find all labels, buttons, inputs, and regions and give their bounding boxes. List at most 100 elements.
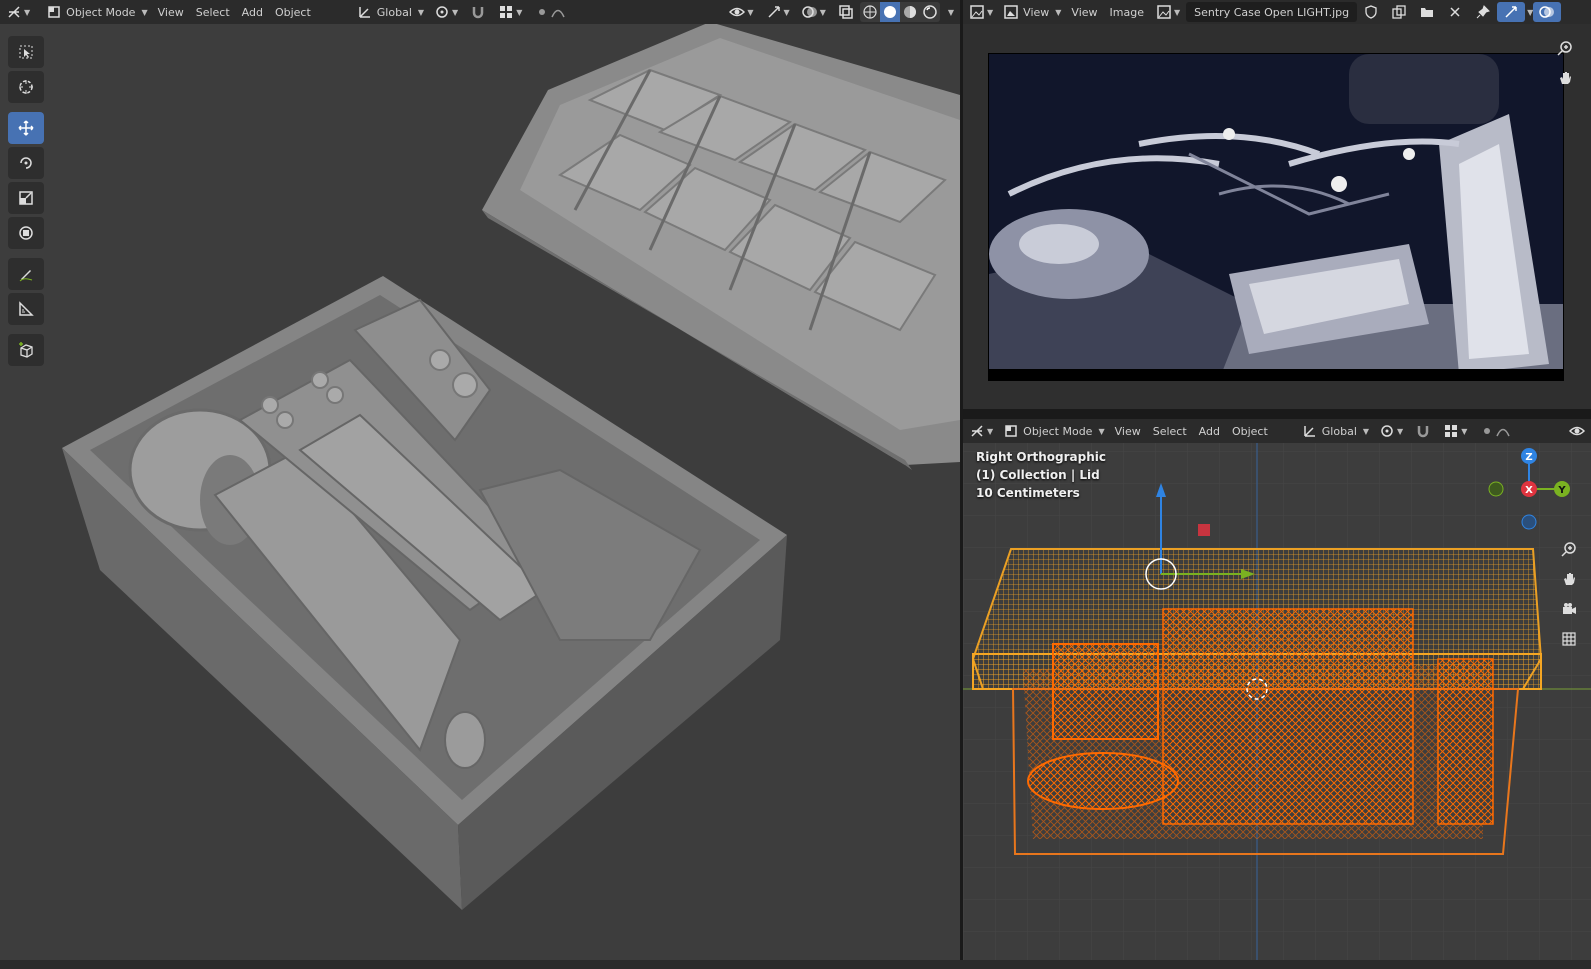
scale-icon <box>19 191 33 205</box>
close-icon <box>1450 7 1460 17</box>
gizmo-icon <box>1505 6 1517 18</box>
zoom-icon <box>1557 41 1572 56</box>
rotate-tool[interactable] <box>8 147 44 179</box>
menu-select[interactable]: Select <box>190 2 236 22</box>
object-mode-icon <box>48 6 60 18</box>
magnet-icon <box>472 7 484 19</box>
move-icon <box>18 120 34 136</box>
snap-toggle[interactable] <box>464 2 492 22</box>
ortho-menu-select[interactable]: Select <box>1147 421 1193 441</box>
area-split-horizontal[interactable] <box>963 409 1591 419</box>
grid-scale-label: 10 Centimeters <box>976 486 1080 500</box>
camera-view-button[interactable] <box>1556 596 1582 622</box>
visibility-button[interactable]: ▼ <box>723 2 759 22</box>
shading-options-button[interactable]: ▼ <box>940 2 960 22</box>
cursor-tool[interactable] <box>8 71 44 103</box>
new-image-button[interactable] <box>1385 2 1413 22</box>
snap-target-button[interactable]: ▼ <box>492 2 528 22</box>
status-bar <box>0 960 1591 969</box>
material-shading-button[interactable] <box>900 2 920 22</box>
ortho-snap-target-button[interactable]: ▼ <box>1437 421 1473 441</box>
ortho-editor-type-button[interactable]: ▼ <box>963 421 999 441</box>
unlink-image-button[interactable] <box>1441 2 1469 22</box>
axes-editor-icon <box>8 6 20 18</box>
ortho-menu-add[interactable]: Add <box>1193 421 1226 441</box>
menu-object[interactable]: Object <box>269 2 317 22</box>
hand-icon <box>1564 573 1575 585</box>
transform-tool[interactable] <box>8 217 44 249</box>
camera-icon <box>1563 603 1576 614</box>
ortho-snap-toggle[interactable] <box>1409 421 1437 441</box>
overlay-icon <box>1539 6 1555 18</box>
xray-icon <box>839 5 853 19</box>
perspective-toggle-button[interactable] <box>1556 626 1582 652</box>
viewport-zoom-button[interactable] <box>1556 536 1582 562</box>
proportional-icon <box>539 9 546 15</box>
add-cube-tool[interactable] <box>8 334 44 366</box>
gizmo-icon <box>768 6 780 18</box>
solid-shading-button[interactable] <box>879 2 900 22</box>
ortho-proportional-edit-button[interactable] <box>1473 421 1517 441</box>
ortho-pivot-point-button[interactable]: ▼ <box>1373 421 1409 441</box>
ortho-object-mode-label: Object Mode <box>1023 424 1093 438</box>
image-editor-type-button[interactable]: ▼ <box>963 2 999 22</box>
image-editor-header: ▼ View ▼ View Image ▼ Sentry Case Open LI… <box>963 0 1591 24</box>
image-overlays-toggle[interactable] <box>1533 2 1562 22</box>
overlays-toggle[interactable]: ▼ <box>796 2 832 22</box>
select-box-tool[interactable] <box>8 36 44 68</box>
measure-tool[interactable] <box>8 293 44 325</box>
xray-toggle[interactable] <box>832 2 860 22</box>
grid-snap-icon <box>500 6 513 18</box>
ortho-viewport-header: ▼ Object Mode ▼ View Select Add Object Gl… <box>963 419 1591 443</box>
fake-user-button[interactable] <box>1357 2 1385 22</box>
pivot-point-button[interactable]: ▼ <box>428 2 464 22</box>
overlay-icon <box>801 6 817 18</box>
proportional-icon <box>1484 428 1491 434</box>
open-image-button[interactable] <box>1413 2 1441 22</box>
ortho-menu-view[interactable]: View <box>1109 421 1147 441</box>
ortho-menu-object[interactable]: Object <box>1226 421 1274 441</box>
gizmo-toggle[interactable]: ▼ <box>760 2 796 22</box>
annotate-tool[interactable] <box>8 258 44 290</box>
menu-add[interactable]: Add <box>236 2 269 22</box>
transform-orientation-dropdown[interactable]: Global ▼ <box>353 2 428 22</box>
image-menu-view[interactable]: View <box>1065 2 1103 22</box>
image-menu-image[interactable]: Image <box>1104 2 1150 22</box>
view-name-label: Right Orthographic <box>976 450 1107 464</box>
ortho-transform-orientation-dropdown[interactable]: Global ▼ <box>1298 421 1373 441</box>
move-tool[interactable] <box>8 112 44 144</box>
add-cube-icon <box>19 342 33 358</box>
image-view-mode-label: View <box>1023 5 1050 19</box>
reference-photo-graphic <box>989 54 1563 380</box>
image-gizmo-toggle[interactable] <box>1497 2 1526 22</box>
image-pan-button[interactable] <box>1552 65 1578 91</box>
wireframe-shading-button[interactable] <box>860 2 880 22</box>
main-3d-viewport[interactable] <box>0 0 960 960</box>
pin-button[interactable] <box>1469 2 1497 22</box>
magnet-icon <box>1417 426 1429 438</box>
rendered-sphere-icon <box>923 5 937 19</box>
ortho-visibility-button[interactable] <box>1563 421 1591 441</box>
proportional-edit-button[interactable] <box>528 2 572 22</box>
reference-image <box>988 53 1564 381</box>
rendered-shading-button[interactable] <box>920 2 940 22</box>
object-mode-dropdown[interactable]: Object Mode ▼ <box>42 2 151 22</box>
image-name-field[interactable]: Sentry Case Open LIGHT.jpg <box>1186 2 1358 22</box>
scale-tool[interactable] <box>8 182 44 214</box>
folder-icon <box>1421 8 1434 17</box>
falloff-icon <box>551 9 566 18</box>
image-browse-button[interactable]: ▼ <box>1150 2 1186 22</box>
image-view-mode-dropdown[interactable]: View ▼ <box>999 2 1065 22</box>
zoom-icon <box>1561 542 1576 557</box>
eye-icon <box>729 7 746 17</box>
case-model-render <box>62 22 960 910</box>
grid-snap-icon <box>1445 425 1458 437</box>
image-zoom-button[interactable] <box>1552 35 1578 61</box>
orientation-icon <box>359 7 370 18</box>
viewport-pan-button[interactable] <box>1556 566 1582 592</box>
ortho-object-mode-dropdown[interactable]: Object Mode ▼ <box>999 421 1108 441</box>
image-editor-icon <box>970 5 984 19</box>
menu-view[interactable]: View <box>152 2 190 22</box>
navigation-gizmo[interactable]: Z Y X <box>1488 448 1570 530</box>
editor-type-button[interactable]: ▼ <box>0 2 36 22</box>
